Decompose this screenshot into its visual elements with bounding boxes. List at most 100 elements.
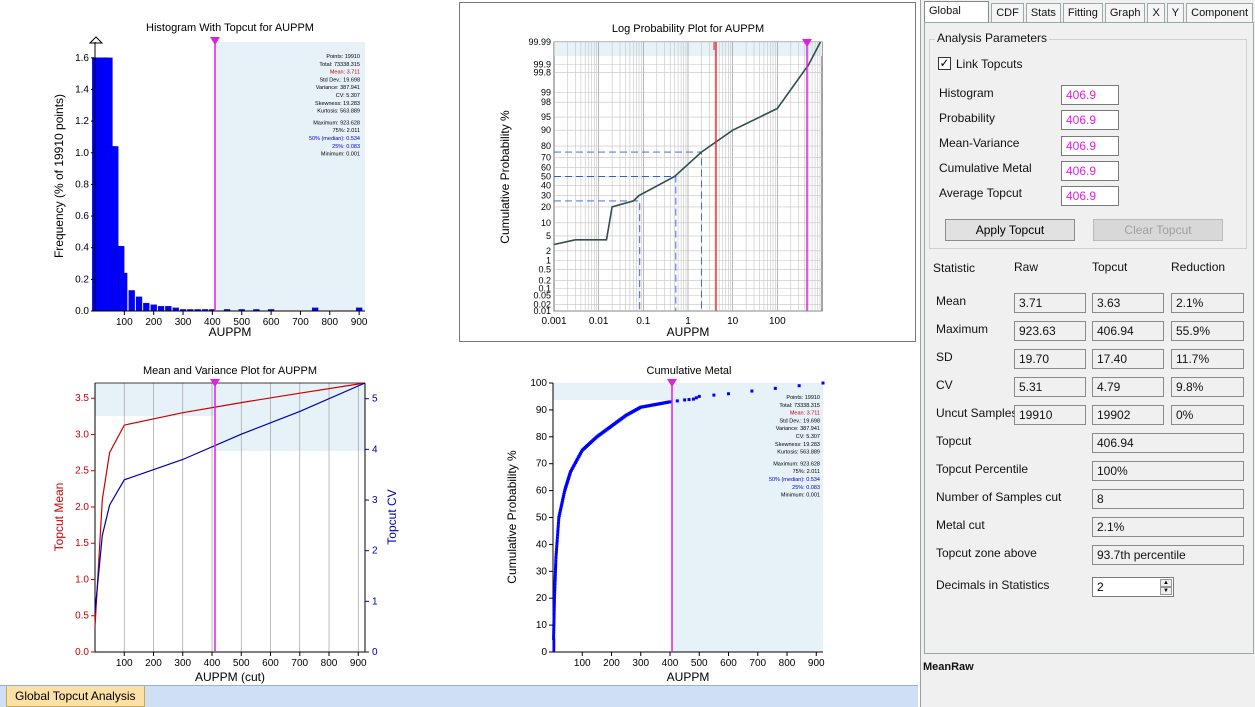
histogram-bar (118, 272, 128, 312)
tab-global-topcut[interactable]: Global Topcut (924, 1, 990, 35)
tab-graph[interactable]: Graph (1104, 3, 1146, 22)
cummetal-point (555, 536, 559, 540)
cummetal-point (552, 608, 556, 612)
tab-cdf[interactable]: CDF (991, 3, 1024, 22)
meanvar-topcut-zone (95, 383, 365, 451)
cummetal-y-tick-label: 20 (536, 593, 548, 604)
decimals-down-arrow-icon[interactable]: ▼ (1160, 587, 1172, 595)
cummetal-point (675, 399, 679, 403)
link-topcuts-checkbox[interactable]: ✓ (938, 57, 951, 70)
cummetal-point (552, 628, 556, 632)
tab-global-topcut-analysis[interactable]: Global Topcut Analysis (6, 686, 145, 707)
histogram-stat-entry: CV: 5.307 (336, 93, 360, 99)
cummetal-point (555, 539, 559, 543)
stat-cv-reduction: 9.8% (1171, 377, 1244, 397)
histogram-y-tick-label: 1.0 (75, 148, 89, 159)
meanvar-x-tick-label: 800 (321, 658, 338, 669)
histogram-y-tick-label: 0.8 (75, 179, 89, 190)
cummetal-x-label: AUPPM (667, 670, 710, 684)
histogram-y-tick-label: 0.4 (75, 243, 89, 254)
histogram-y-tick-label: 1.2 (75, 116, 89, 127)
logprob-y-tick-label: 0.01 (533, 306, 551, 316)
tab-component[interactable]: Component (1186, 3, 1253, 22)
cumulative-metal-topcut-input[interactable]: 406.9 (1061, 161, 1119, 181)
stat-mean-raw: 3.71 (1014, 293, 1086, 313)
apply-topcut-button[interactable]: Apply Topcut (945, 219, 1075, 241)
histogram-y-ticks: 0.0 0.2 0.4 0.6 0.8 1.0 1.2 1.4 1.6 (75, 53, 95, 317)
histogram-bar (157, 306, 165, 312)
histogram-x-tick-label: 200 (145, 317, 162, 328)
cummetal-y-tick-label: 10 (536, 620, 548, 631)
logprob-y-tick-label: 70 (541, 153, 551, 163)
histogram-bar (135, 296, 143, 312)
meanvar-left-tick-label: 0.0 (75, 647, 89, 658)
cummetal-point (556, 524, 560, 528)
logprob-x-tick-label: 0.01 (589, 316, 609, 327)
cummetal-point (556, 530, 560, 534)
meanvar-right-tick-label: 5 (372, 394, 378, 405)
stat-label-cv: CV (936, 378, 953, 392)
histogram-stat-entry: Maximum: 923.628 (313, 120, 360, 126)
cummetal-x-tick-label: 500 (691, 658, 708, 669)
cummetal-point (821, 381, 825, 385)
cummetal-stat-entry: Maximum: 923.628 (773, 461, 820, 467)
cummetal-point (553, 576, 557, 580)
cummetal-point (552, 631, 556, 635)
histogram-y-tick-label: 1.6 (75, 53, 89, 64)
stat-uncut-raw: 19910 (1014, 405, 1086, 425)
histogram-stat-entry: Skewness: 19.283 (315, 101, 360, 107)
cummetal-point (553, 582, 557, 586)
cummetal-point (552, 616, 556, 620)
tab-x[interactable]: X (1147, 3, 1165, 22)
cummetal-y-tick-label: 40 (536, 539, 548, 550)
meanvar-left-tick-label: 3.0 (75, 429, 89, 440)
histogram-y-tick-label: 1.4 (75, 84, 89, 95)
meanvar-x-tick-label: 500 (233, 658, 250, 669)
cummetal-point (555, 544, 559, 548)
histogram-topcut-input[interactable]: 406.9 (1061, 85, 1119, 105)
cummetal-point (556, 527, 560, 531)
tab-fitting[interactable]: Fitting (1062, 3, 1103, 22)
logprob-y-tick-label: 20 (541, 202, 551, 212)
summary-label-topcut: Topcut (936, 434, 972, 448)
cummetal-point (552, 599, 556, 603)
tab-stats[interactable]: Stats (1025, 3, 1061, 22)
cummetal-point (552, 625, 556, 629)
cummetal-stat-entry: Points: 19910 (786, 395, 820, 401)
logprob-y-tick-label: 90 (541, 125, 551, 135)
average-topcut-input[interactable]: 406.9 (1061, 186, 1119, 206)
cummetal-point (554, 559, 558, 563)
cummetal-point (797, 384, 801, 388)
decimals-up-arrow-icon[interactable]: ▲ (1160, 579, 1172, 587)
logprob-y-tick-label: 99.8 (533, 67, 551, 77)
cummetal-point (555, 547, 559, 551)
stat-label-mean: Mean (936, 294, 967, 308)
meanvar-x-tick-label: 300 (174, 658, 191, 669)
meanvar-right-tick-label: 0 (372, 647, 378, 658)
histogram-y-tick-label: 0.2 (75, 274, 89, 285)
cummetal-point (750, 389, 754, 393)
summary-label-metal-cut: Metal cut (936, 518, 985, 532)
probability-topcut-input[interactable]: 406.9 (1061, 110, 1119, 130)
clear-topcut-button[interactable]: Clear Topcut (1093, 219, 1223, 241)
logprob-y-tick-label: 99.99 (528, 37, 551, 47)
cummetal-point (553, 593, 557, 597)
logprob-y-tick-label: 80 (541, 141, 551, 151)
cummetal-title: Cumulative Metal (647, 365, 732, 377)
param-label-probability: Probability (939, 111, 996, 125)
link-topcuts-label: Link Topcuts (956, 57, 1023, 71)
cummetal-point (552, 602, 556, 606)
logprob-y-tick-label: 99 (541, 87, 551, 97)
tab-y[interactable]: Y (1166, 3, 1185, 22)
mean-variance-topcut-input[interactable]: 406.9 (1061, 136, 1119, 156)
cummetal-y-tick-label: 50 (536, 513, 548, 524)
cummetal-point (553, 585, 557, 589)
cummetal-x-tick-label: 400 (662, 658, 679, 669)
histogram-y-tick-label: 0.0 (75, 306, 89, 317)
histogram-stat-entry: 25%: 0.083 (332, 144, 360, 150)
cummetal-stat-entry: Skewness: 19.283 (775, 442, 820, 448)
histogram-y-label: Frequency (% of 19910 points) (52, 94, 66, 258)
cummetal-y-tick-label: 90 (536, 405, 548, 416)
cummetal-y-tick-label: 0 (541, 647, 547, 658)
cummetal-point (556, 533, 560, 537)
